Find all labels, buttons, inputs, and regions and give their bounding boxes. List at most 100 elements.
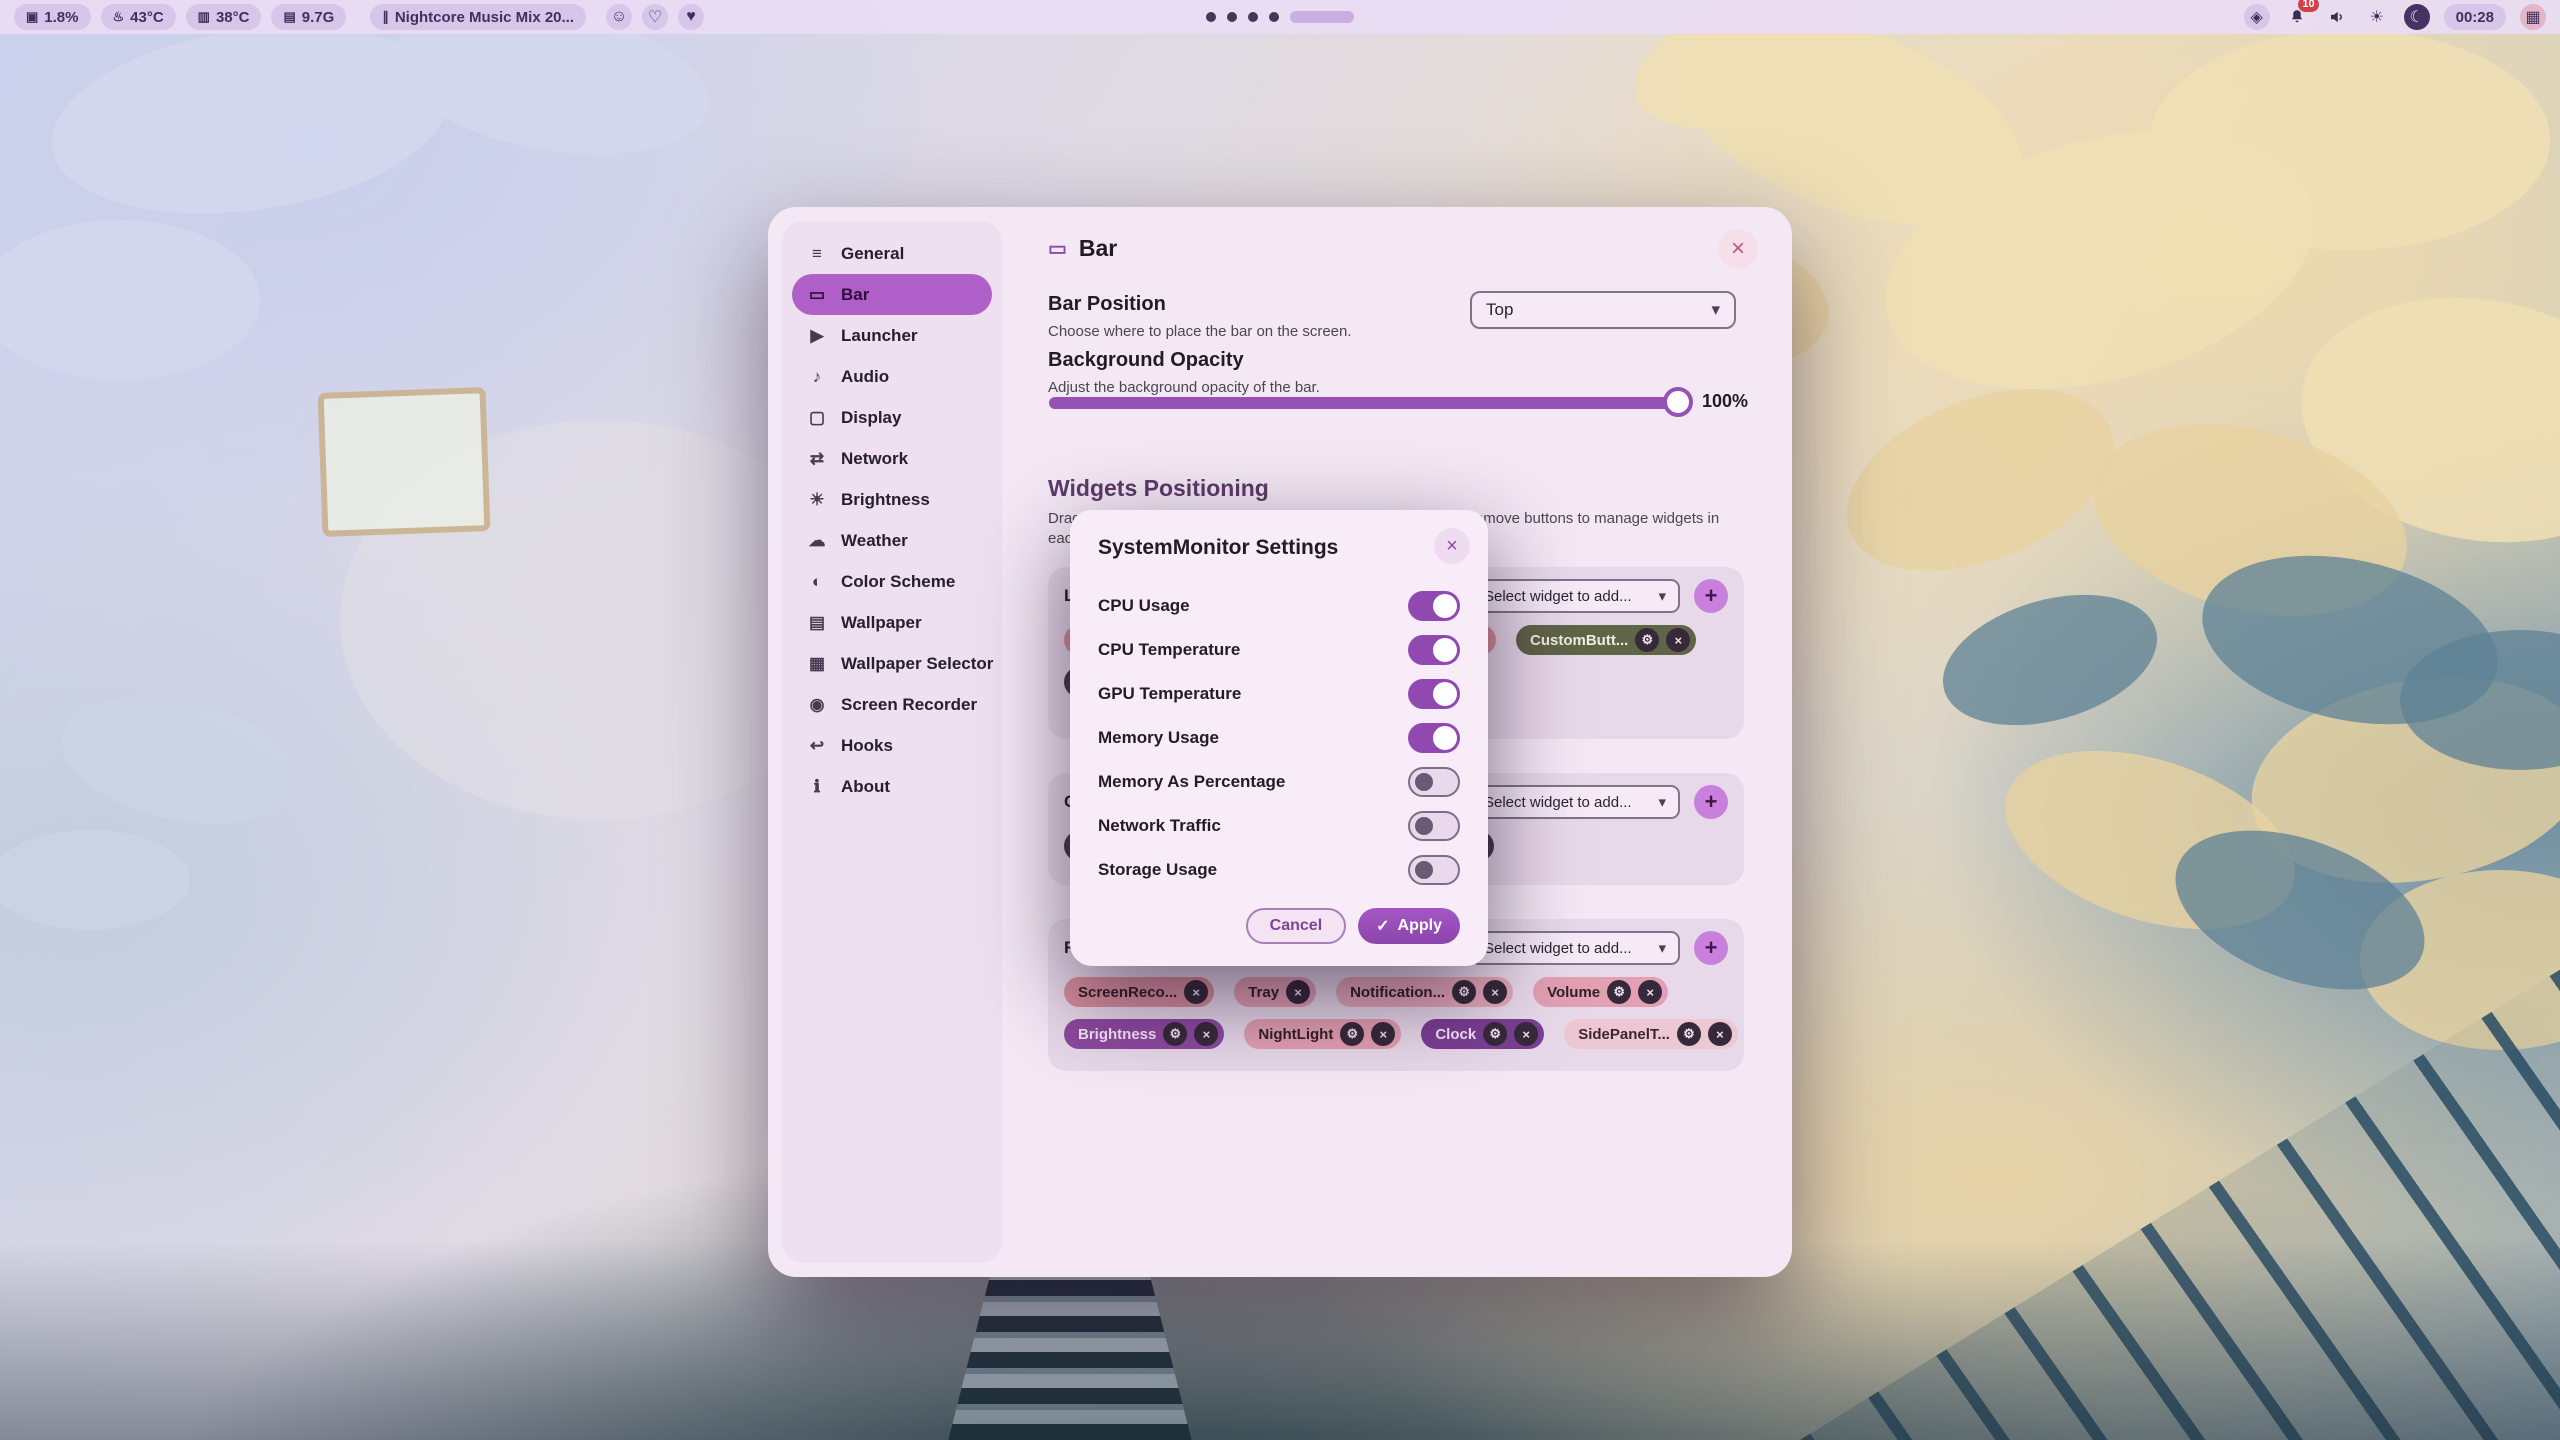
widget-settings-gear-icon[interactable]: ⚙ xyxy=(1452,980,1476,1004)
sidebar-item-weather[interactable]: ☁ Weather xyxy=(792,520,992,561)
cancel-button[interactable]: Cancel xyxy=(1246,908,1346,944)
widget-remove-icon[interactable]: × xyxy=(1184,980,1208,1004)
sidebar-item-color-scheme[interactable]: ◐ Color Scheme xyxy=(792,561,992,602)
center-widget-add-select[interactable]: Select widget to add... ▾ xyxy=(1470,785,1680,819)
heart-icon[interactable]: ♥ xyxy=(678,4,704,30)
info-icon: ℹ xyxy=(806,777,828,797)
widget-settings-gear-icon[interactable]: ⚙ xyxy=(1340,1022,1364,1046)
sidebar-item-launcher[interactable]: ▶ Launcher xyxy=(792,315,992,356)
sidebar-item-general[interactable]: ≡ General xyxy=(792,233,992,274)
widget-settings-gear-icon[interactable]: ⚙ xyxy=(1483,1022,1507,1046)
sidebar-item-brightness[interactable]: ☀ Brightness xyxy=(792,479,992,520)
notification-badge: 10 xyxy=(2298,0,2318,12)
window-close-button[interactable]: × xyxy=(1718,229,1758,269)
center-add-widget-button[interactable]: + xyxy=(1694,785,1728,819)
widget-chip-volume[interactable]: Volume ⚙ × xyxy=(1533,977,1668,1007)
gpu-temperature-toggle[interactable] xyxy=(1408,679,1460,709)
hook-icon: ↩ xyxy=(806,736,828,756)
widget-chip-custombutton[interactable]: CustomButt... ⚙ × xyxy=(1516,625,1696,655)
close-icon: × xyxy=(1731,235,1745,263)
cpu-usage-value: 1.8% xyxy=(44,9,78,26)
widget-remove-icon[interactable]: × xyxy=(1666,628,1690,652)
widget-remove-icon[interactable]: × xyxy=(1194,1022,1218,1046)
left-add-widget-button[interactable]: + xyxy=(1694,579,1728,613)
right-widget-add-select[interactable]: Select widget to add... ▾ xyxy=(1470,931,1680,965)
widget-chip-brightness[interactable]: Brightness ⚙ × xyxy=(1064,1019,1224,1049)
widget-settings-gear-icon[interactable]: ⚙ xyxy=(1635,628,1659,652)
sidebar-item-hooks[interactable]: ↩ Hooks xyxy=(792,725,992,766)
widget-chip-screenrecorder[interactable]: ScreenReco... × xyxy=(1064,977,1214,1007)
sidebar-item-network[interactable]: ⇄ Network xyxy=(792,438,992,479)
dashboard-grid-icon[interactable]: ▦ xyxy=(2520,4,2546,30)
ram-icon: ▤ xyxy=(283,9,295,25)
widget-remove-icon[interactable]: × xyxy=(1371,1022,1395,1046)
widget-settings-gear-icon[interactable]: ⚙ xyxy=(1163,1022,1187,1046)
sidebar-item-display[interactable]: ▢ Display xyxy=(792,397,992,438)
close-icon: × xyxy=(1446,535,1458,558)
network-traffic-toggle[interactable] xyxy=(1408,811,1460,841)
widget-chip-nightlight[interactable]: NightLight ⚙ × xyxy=(1244,1019,1401,1049)
bar-position-select[interactable]: Top ▾ xyxy=(1470,291,1736,329)
memory-as-percentage-toggle[interactable] xyxy=(1408,767,1460,797)
sidebar-item-bar[interactable]: ▭ Bar xyxy=(792,274,992,315)
toggle-row-network-traffic: Network Traffic xyxy=(1098,804,1460,848)
storage-usage-toggle[interactable] xyxy=(1408,855,1460,885)
bar-icon: ▭ xyxy=(1048,236,1067,261)
heart-outline-icon[interactable]: ♡ xyxy=(642,4,668,30)
network-icon: ⇄ xyxy=(806,449,828,469)
sidebar-item-about[interactable]: ℹ About xyxy=(792,766,992,807)
cpu-temperature-toggle[interactable] xyxy=(1408,635,1460,665)
sidebar-item-wallpaper-selector[interactable]: ▦ Wallpaper Selector xyxy=(792,643,992,684)
cpu-temp-pill[interactable]: ♨ 43°C xyxy=(101,4,176,30)
bar-position-label: Bar Position xyxy=(1048,293,1166,316)
audio-icon: ♪ xyxy=(806,367,828,387)
smiley-icon[interactable]: ☺ xyxy=(606,4,632,30)
cpu-usage-pill[interactable]: ▣ 1.8% xyxy=(14,4,91,30)
widget-remove-icon[interactable]: × xyxy=(1286,980,1310,1004)
widget-remove-icon[interactable]: × xyxy=(1514,1022,1538,1046)
widget-settings-gear-icon[interactable]: ⚙ xyxy=(1607,980,1631,1004)
gpu-temp-pill[interactable]: ▥ 38°C xyxy=(186,4,262,30)
workspace-active[interactable] xyxy=(1290,11,1354,23)
workspace-dot[interactable] xyxy=(1269,12,1279,22)
brightness-icon[interactable]: ☀ xyxy=(2364,4,2390,30)
notifications-bell-icon[interactable]: 10 xyxy=(2284,4,2310,30)
workspace-dot[interactable] xyxy=(1206,12,1216,22)
sidebar-item-screen-recorder[interactable]: ◉ Screen Recorder xyxy=(792,684,992,725)
desktop: ▣ 1.8% ♨ 43°C ▥ 38°C ▤ 9.7G ∥ Nightcore … xyxy=(0,0,2560,1440)
left-widget-add-select[interactable]: Select widget to add... ▾ xyxy=(1470,579,1680,613)
right-add-widget-button[interactable]: + xyxy=(1694,931,1728,965)
widget-chip-notifications[interactable]: Notification... ⚙ × xyxy=(1336,977,1513,1007)
slider-thumb[interactable] xyxy=(1663,387,1693,417)
sidebar-item-wallpaper[interactable]: ▤ Wallpaper xyxy=(792,602,992,643)
brightness-icon: ☀ xyxy=(806,490,828,510)
widget-chip-tray[interactable]: Tray × xyxy=(1234,977,1316,1007)
clock-pill[interactable]: 00:28 xyxy=(2444,4,2506,30)
memory-usage-toggle[interactable] xyxy=(1408,723,1460,753)
memory-pill[interactable]: ▤ 9.7G xyxy=(271,4,346,30)
widget-remove-icon[interactable]: × xyxy=(1638,980,1662,1004)
color-scheme-icon[interactable]: ◈ xyxy=(2244,4,2270,30)
toggle-row-cpu-temperature: CPU Temperature xyxy=(1098,628,1460,672)
widget-remove-icon[interactable]: × xyxy=(1483,980,1507,1004)
apply-button[interactable]: ✓ Apply xyxy=(1358,908,1460,944)
sidebar-item-audio[interactable]: ♪ Audio xyxy=(792,356,992,397)
volume-icon[interactable] xyxy=(2324,4,2350,30)
widget-remove-icon[interactable]: × xyxy=(1708,1022,1732,1046)
modal-close-button[interactable]: × xyxy=(1434,528,1470,564)
speaker-glyph xyxy=(2328,8,2346,26)
widget-settings-gear-icon[interactable]: ⚙ xyxy=(1677,1022,1701,1046)
widget-chip-sidepaneltoggle[interactable]: SidePanelT... ⚙ × xyxy=(1564,1019,1738,1049)
background-opacity-value: 100% xyxy=(1700,391,1748,412)
plus-icon: + xyxy=(1705,583,1718,609)
media-player-pill[interactable]: ∥ Nightcore Music Mix 20... xyxy=(370,4,586,30)
chevron-down-icon: ▾ xyxy=(1711,300,1720,320)
background-opacity-slider[interactable] xyxy=(1049,397,1689,409)
workspace-dot[interactable] xyxy=(1248,12,1258,22)
widget-chip-clock[interactable]: Clock ⚙ × xyxy=(1421,1019,1544,1049)
chevron-down-icon: ▾ xyxy=(1658,939,1666,957)
launcher-icon: ▶ xyxy=(806,326,828,346)
cpu-usage-toggle[interactable] xyxy=(1408,591,1460,621)
workspace-dot[interactable] xyxy=(1227,12,1237,22)
night-light-icon[interactable]: ☾ xyxy=(2404,4,2430,30)
